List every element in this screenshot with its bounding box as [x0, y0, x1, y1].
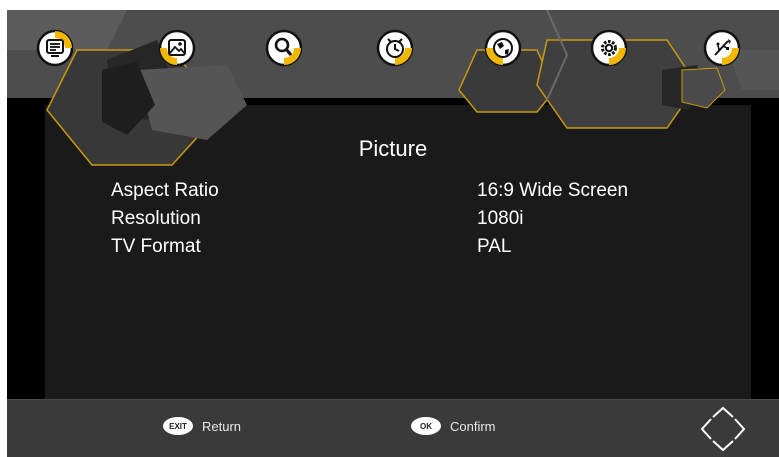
confirm-label: Confirm — [450, 418, 496, 434]
setting-value: 16:9 Wide Screen — [477, 180, 629, 201]
setting-row-aspect-ratio[interactable]: Aspect Ratio 16:9 Wide Screen — [7, 180, 779, 208]
footer-bar: EXIT Return OK Confirm — [7, 399, 779, 457]
search-icon[interactable] — [265, 29, 303, 67]
dpad-arrows-icon — [700, 406, 746, 452]
setting-row-resolution[interactable]: Resolution 1080i — [7, 208, 779, 236]
confirm-hint[interactable]: OK Confirm — [411, 414, 496, 438]
setting-value: PAL — [477, 236, 512, 257]
return-hint[interactable]: EXIT Return — [163, 414, 241, 438]
setting-value: 1080i — [477, 208, 524, 229]
page-title: Picture — [358, 136, 428, 161]
clock-icon[interactable] — [376, 29, 414, 67]
setting-label: TV Format — [111, 236, 201, 257]
usb-icon[interactable] — [703, 29, 741, 67]
globe-icon[interactable] — [484, 29, 522, 67]
picture-icon[interactable] — [158, 29, 196, 67]
setting-row-tv-format[interactable]: TV Format PAL — [7, 236, 779, 264]
exit-key-icon: EXIT — [163, 417, 193, 435]
ok-key-icon: OK — [411, 417, 441, 435]
tv-channel-icon[interactable] — [36, 29, 74, 67]
tv-screen: Picture Aspect Ratio 16:9 Wide Screen Re… — [7, 10, 779, 457]
return-label: Return — [202, 418, 242, 434]
setting-label: Resolution — [111, 208, 201, 229]
setting-label: Aspect Ratio — [111, 180, 219, 201]
gear-icon[interactable] — [590, 29, 628, 67]
